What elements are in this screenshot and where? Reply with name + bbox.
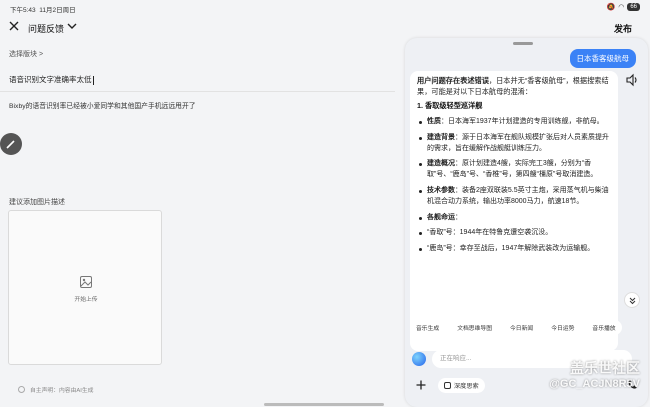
bullet-label: 性质	[427, 118, 441, 125]
answer-bullets: 性质：日本海军1937年计划建造的专用训练舰，非航母。 建造背景：源于日本海军在…	[417, 117, 613, 260]
assistant-panel: 日本香客级航母 用户问题存在表述错误，日本并无“香客级航母”，根据搜索结果，可能…	[405, 38, 648, 407]
bullet-label: 建造概况	[427, 160, 455, 168]
bullet-text: ：源于日本海军在舰队规模扩张后对人员素质提升的需求，旨在缓解作战舰艇训练压力。	[427, 133, 609, 152]
status-icons: 🔕 ◠ 66	[606, 3, 640, 11]
chip-doc-mindmap[interactable]: 文档思维导图	[451, 320, 498, 335]
title-input[interactable]: 语音识别文字准确率太低	[9, 74, 94, 85]
answer-intro: 用户问题存在表述错误，日本并无“香客级航母”，根据搜索结果，可能是对以下日本航母…	[417, 75, 612, 97]
assistant-answer: 用户问题存在表述错误，日本并无“香客级航母”，根据搜索结果，可能是对以下日本航母…	[410, 71, 618, 351]
upload-label: 开始上传	[74, 297, 98, 303]
status-bar: 下午5:43 11月2日周日 🔕 ◠ 66	[0, 0, 650, 14]
plus-icon[interactable]	[415, 379, 427, 391]
header: 问题反馈 发布	[0, 16, 650, 38]
bullet-label: 各舰命运	[427, 213, 455, 221]
bullet-text: “香取”号：1944年在特鲁克遭空袭沉没。	[427, 229, 553, 237]
close-icon[interactable]	[7, 19, 21, 33]
drag-handle[interactable]	[513, 42, 533, 45]
pen-button[interactable]	[0, 133, 22, 155]
battery-icon: 66	[627, 3, 640, 11]
list-item: 建造概况：原计划建造4艘，实际完工3艘，分别为“香取”号、“鹿岛”号、“香椎”号…	[417, 159, 613, 181]
user-message: 日本香客级航母	[569, 49, 636, 68]
list-item: 各舰命运：	[417, 213, 613, 224]
title-input-value: 语音识别文字准确率太低	[9, 75, 92, 84]
list-item: 性质：日本海军1937年计划建造的专用训练舰，非航母。	[417, 117, 613, 128]
double-chevron-down-icon	[629, 297, 635, 304]
assistant-avatar	[412, 352, 426, 366]
status-date: 11月2日周日	[39, 7, 76, 14]
wifi-icon: ◠	[618, 4, 625, 11]
answer-intro-bold: 用户问题存在表述错误	[417, 76, 489, 85]
status-time: 下午5:43	[10, 7, 36, 14]
chip-today-news[interactable]: 今日新闻	[504, 320, 540, 335]
suggestion-chips: 音乐生成 文档思维导图 今日新闻 今日运势 音乐播放	[410, 320, 622, 335]
bullet-label: 技术参数	[427, 186, 455, 194]
bullet-text: ：日本海军1937年计划建造的专用训练舰，非航母。	[441, 118, 604, 125]
bullet-text: “鹿岛”号：幸存至战后，1947年解除武装改为运输舰。	[427, 245, 595, 253]
image-section-label: 建议添加图片描述	[9, 199, 65, 206]
module-select[interactable]: 选择版块 >	[9, 49, 43, 59]
mute-icon: 🔕	[606, 4, 616, 11]
watermark: 盖乐世社区 @GC_ACJN8R5V	[549, 358, 640, 390]
home-indicator[interactable]	[264, 403, 384, 406]
list-item: “香取”号：1944年在特鲁克遭空袭沉没。	[417, 228, 613, 239]
image-icon	[80, 276, 92, 288]
ai-disclaimer-option[interactable]: 自主声明：内容由AI生成	[18, 385, 93, 394]
deep-search-icon	[444, 382, 451, 389]
bullet-text: ：装备2座双联装5.5英寸主炮，采用蒸气机与柴油机混合动力系统，输出功率8000…	[427, 186, 609, 205]
image-upload-box[interactable]: 开始上传	[8, 210, 162, 365]
chip-today-fortune[interactable]: 今日运势	[545, 320, 581, 335]
bullet-text: ：	[455, 213, 462, 221]
radio-icon[interactable]	[18, 386, 25, 393]
ai-disclaimer-label: 自主声明：内容由AI生成	[30, 388, 94, 394]
page-title[interactable]: 问题反馈	[28, 22, 64, 35]
chip-music-generate[interactable]: 音乐生成	[410, 320, 446, 335]
pen-icon	[6, 140, 15, 149]
list-item: 建造背景：源于日本海军在舰队规模扩张后对人员素质提升的需求，旨在缓解作战舰艇训练…	[417, 133, 613, 155]
watermark-brand: 盖乐世社区	[570, 360, 640, 376]
divider	[0, 91, 395, 92]
speaker-icon[interactable]	[624, 72, 640, 88]
list-item: 技术参数：装备2座双联装5.5英寸主炮，采用蒸气机与柴油机混合动力系统，输出功率…	[417, 186, 613, 208]
deep-search-button[interactable]: 深度思索	[438, 378, 485, 393]
list-item: “鹿岛”号：幸存至战后，1947年解除武装改为运输舰。	[417, 244, 613, 255]
deep-search-label: 深度思索	[454, 383, 479, 390]
description-input[interactable]: Bixby的语音识别率已经被小爱同学和其他国产手机远远甩开了	[9, 100, 196, 110]
text-caret	[92, 75, 94, 85]
scroll-down-button[interactable]	[624, 292, 640, 308]
status-datetime: 下午5:43 11月2日周日	[10, 4, 76, 14]
chip-music-play[interactable]: 音乐播放	[586, 320, 622, 335]
publish-button[interactable]: 发布	[614, 22, 632, 35]
bullet-label: 建造背景	[427, 133, 455, 141]
answer-heading: 1. 香取级轻型巡洋舰	[417, 101, 483, 110]
watermark-user: @GC_ACJN8R5V	[549, 378, 640, 390]
chevron-down-icon[interactable]	[66, 20, 78, 32]
